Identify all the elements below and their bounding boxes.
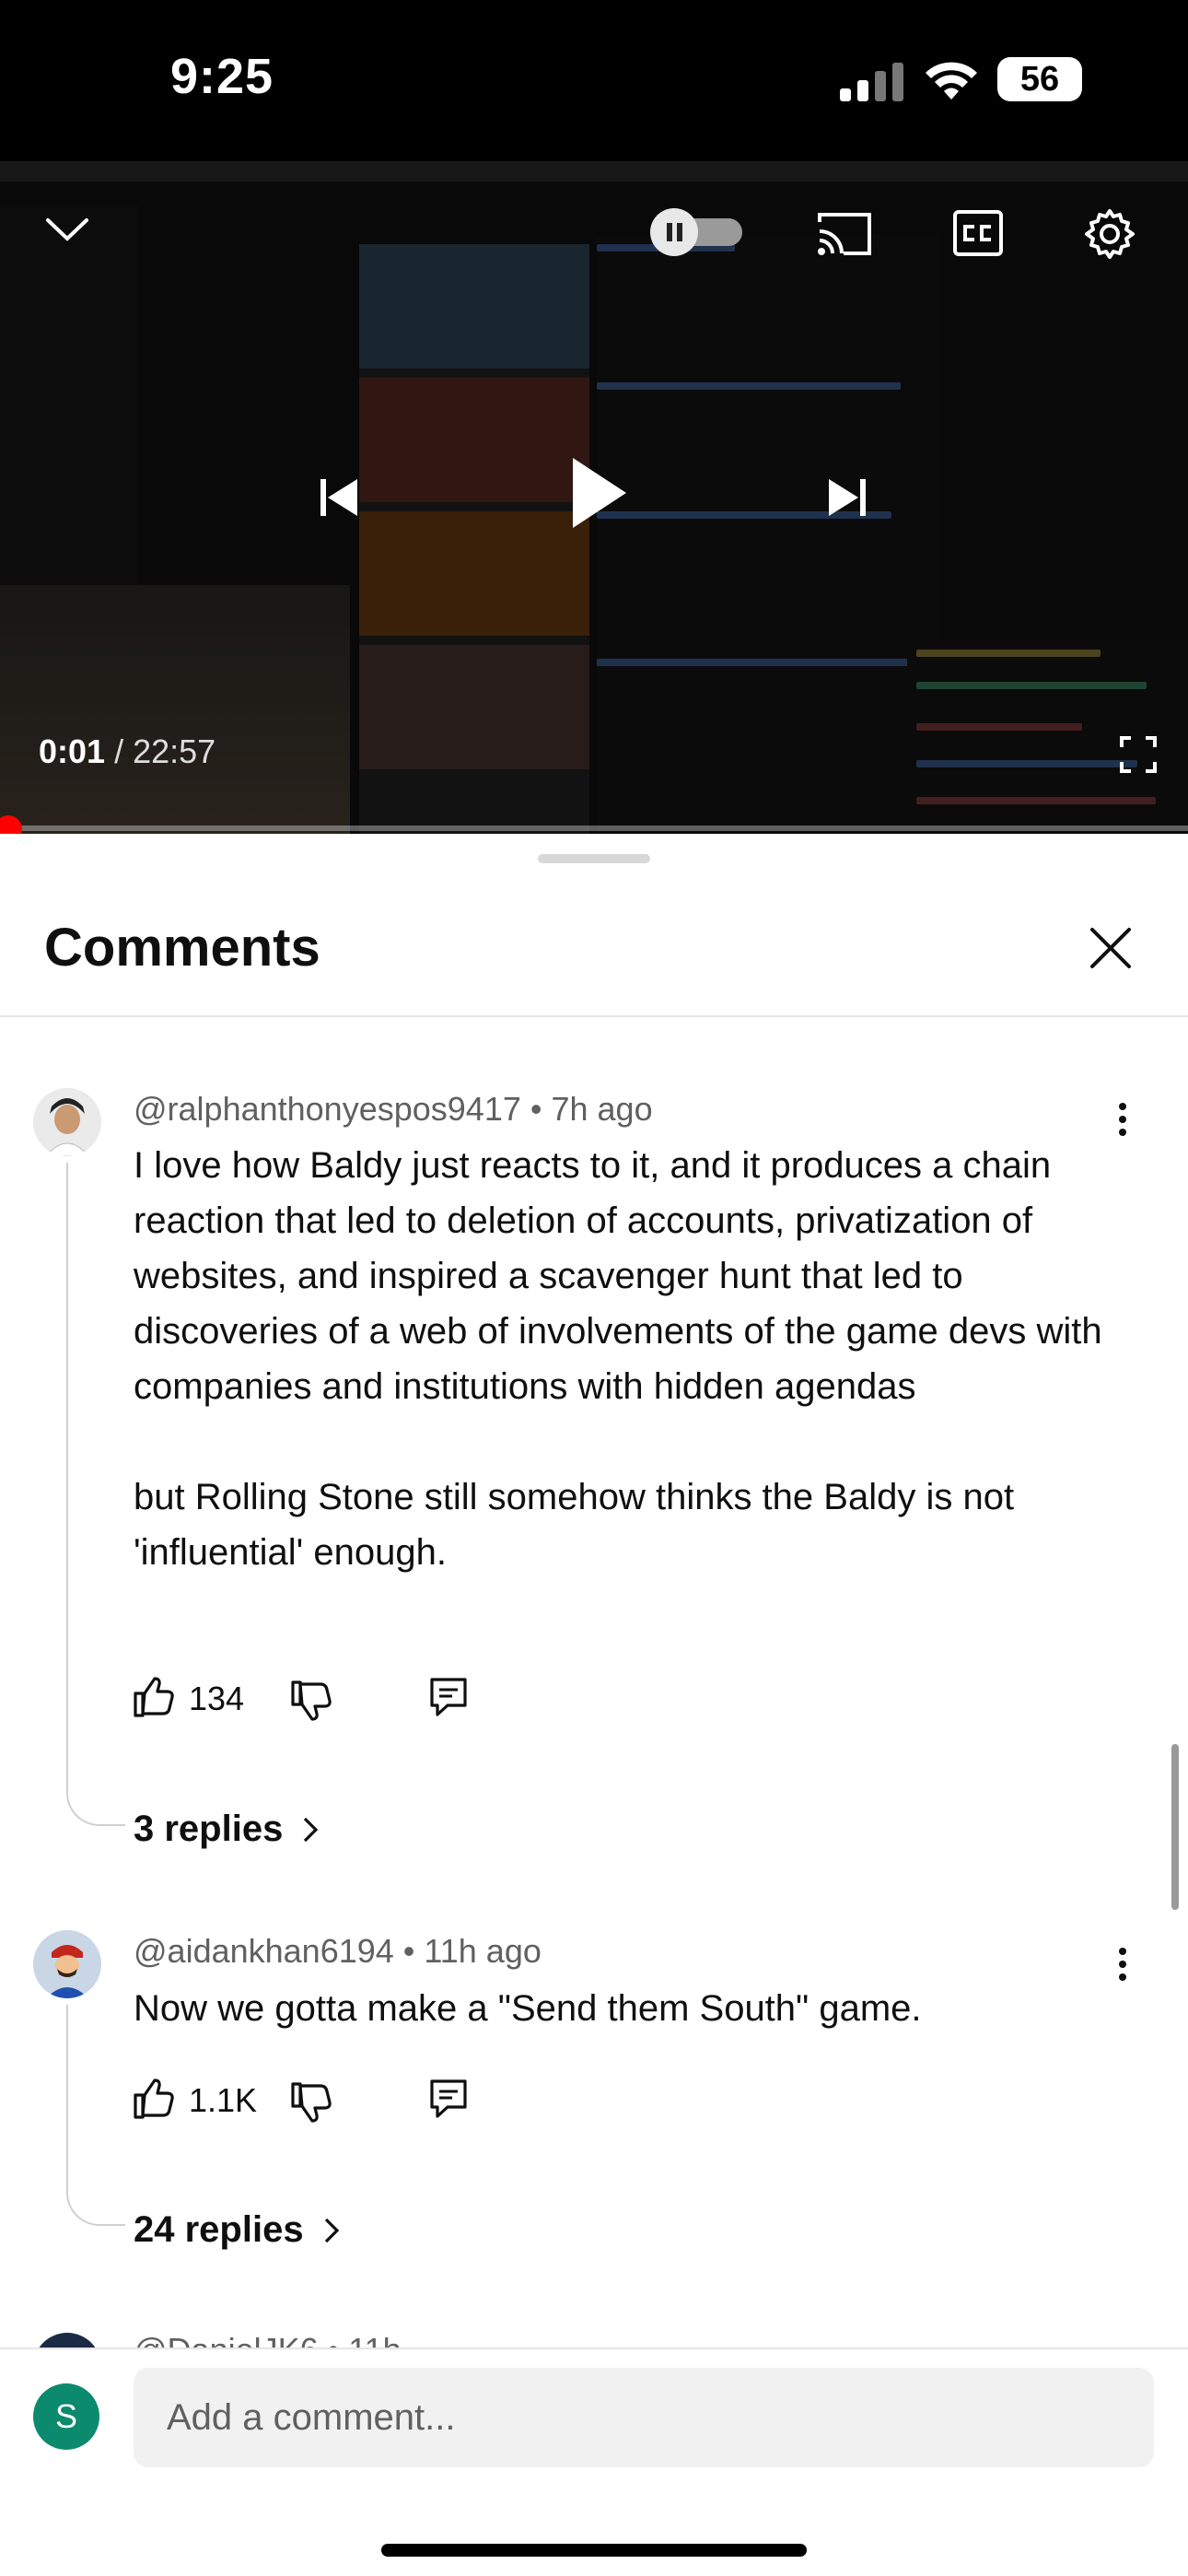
video-timecode: 0:01 / 22:57 — [39, 732, 215, 771]
previous-video-icon[interactable] — [319, 477, 359, 518]
video-progress-bar[interactable] — [0, 825, 1188, 831]
view-replies-button[interactable]: 3 replies — [134, 1809, 320, 1850]
comment-text: Now we gotta make a "Send them South" ga… — [134, 1988, 922, 2029]
time-separator: / — [105, 732, 134, 770]
comment-age: 11h ago — [424, 1932, 542, 1970]
battery-tip — [1076, 70, 1082, 88]
comment-meta: @aidankhan6194 • 11h ago — [134, 1932, 542, 1970]
replies-label: 3 replies — [134, 1809, 284, 1849]
dislike-thumb-icon[interactable] — [289, 1680, 332, 1721]
thread-line — [66, 2005, 68, 2189]
reply-icon[interactable] — [429, 2078, 468, 2119]
status-time: 9:25 — [170, 49, 274, 104]
comment-meta: @ralphanthonyespos9417 • 7h ago — [134, 1090, 653, 1128]
like-thumb-icon[interactable] — [132, 1677, 174, 1717]
replies-label: 24 replies — [134, 2209, 304, 2250]
comment-author[interactable]: @ralphanthonyespos9417 — [134, 1090, 521, 1128]
scrollbar[interactable] — [1171, 1744, 1179, 1910]
cast-icon[interactable] — [816, 211, 873, 257]
comment-author[interactable]: @aidankhan6194 — [134, 1932, 394, 1970]
like-count: 1.1K — [189, 2081, 258, 2119]
home-indicator[interactable] — [381, 2544, 807, 2557]
settings-gear-icon[interactable] — [1083, 207, 1136, 261]
wifi-icon — [926, 62, 977, 100]
more-options-icon[interactable] — [1110, 1101, 1136, 1138]
comments-title: Comments — [44, 918, 320, 978]
reply-icon[interactable] — [429, 1677, 468, 1717]
chevron-right-icon — [324, 2218, 339, 2243]
add-comment-input[interactable] — [134, 2368, 1154, 2467]
sheet-drag-handle[interactable] — [538, 854, 650, 863]
current-time: 0:01 — [39, 732, 106, 770]
chevron-right-icon — [304, 1817, 319, 1843]
avatar[interactable] — [33, 1930, 101, 1998]
battery-indicator: 56 — [997, 57, 1082, 101]
close-icon[interactable] — [1089, 926, 1133, 970]
like-thumb-icon[interactable] — [132, 2078, 174, 2119]
comment-age: 7h ago — [551, 1090, 653, 1128]
current-user-avatar[interactable]: S — [33, 2383, 99, 2450]
comment-text: I love how Baldy just reacts to it, and … — [134, 1145, 1102, 1573]
like-count: 134 — [189, 1680, 245, 1717]
status-bar: 9:25 56 — [0, 0, 1188, 161]
collapse-chevron-icon[interactable] — [44, 215, 90, 244]
dislike-thumb-icon[interactable] — [289, 2082, 332, 2123]
video-player[interactable]: 0:01 / 22:57 — [0, 161, 1188, 834]
view-replies-button[interactable]: 24 replies — [134, 2209, 342, 2251]
video-duration: 22:57 — [133, 732, 216, 770]
more-options-icon[interactable] — [1110, 1946, 1136, 1983]
closed-captions-icon[interactable] — [952, 209, 1004, 257]
avatar[interactable] — [33, 1088, 101, 1156]
cellular-signal-icon — [840, 63, 903, 101]
next-video-icon[interactable] — [827, 477, 868, 518]
play-icon[interactable] — [569, 456, 628, 530]
fullscreen-icon[interactable] — [1120, 736, 1157, 773]
header-divider — [0, 1015, 1188, 1017]
thread-line — [66, 1163, 68, 1789]
autoplay-toggle[interactable] — [645, 207, 746, 257]
